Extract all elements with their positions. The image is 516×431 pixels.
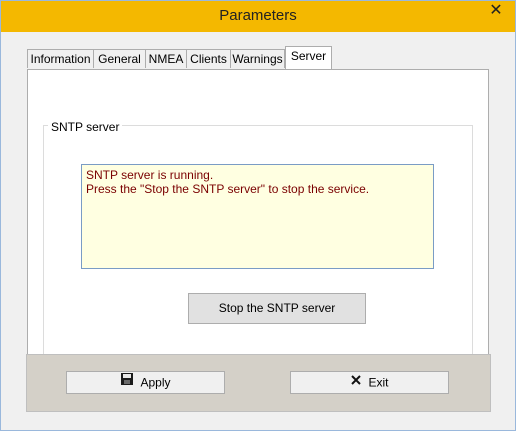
status-line: SNTP server is running. xyxy=(86,168,214,182)
exit-button[interactable]: Exit xyxy=(290,371,449,394)
close-button[interactable]: ✕ xyxy=(485,2,507,20)
status-line: Press the "Stop the SNTP server" to stop… xyxy=(86,182,370,196)
window-client-area: Information General NMEA Clients Warning… xyxy=(9,32,507,424)
apply-label: Apply xyxy=(140,375,171,390)
window-title: Parameters xyxy=(219,7,297,24)
tab-server[interactable]: Server xyxy=(285,46,332,69)
titlebar[interactable]: Parameters ✕ xyxy=(1,1,515,32)
x-icon xyxy=(350,372,362,393)
parameters-window: Parameters ✕ Information General NMEA Cl… xyxy=(0,0,516,431)
status-message-box[interactable]: SNTP server is running. Press the "Stop … xyxy=(81,164,434,269)
exit-label: Exit xyxy=(368,375,389,390)
tab-warnings[interactable]: Warnings xyxy=(230,49,285,68)
apply-button[interactable]: Apply xyxy=(66,371,225,394)
save-icon xyxy=(120,372,134,393)
close-icon: ✕ xyxy=(489,2,503,19)
tab-clients[interactable]: Clients xyxy=(186,49,231,68)
tab-information[interactable]: Information xyxy=(27,49,94,68)
tab-nmea[interactable]: NMEA xyxy=(145,49,187,68)
tab-general[interactable]: General xyxy=(93,49,146,68)
stop-sntp-server-button[interactable]: Stop the SNTP server xyxy=(188,293,366,324)
group-label: SNTP server xyxy=(48,120,123,134)
server-tab-panel: SNTP server SNTP server is running. Pres… xyxy=(27,69,489,369)
